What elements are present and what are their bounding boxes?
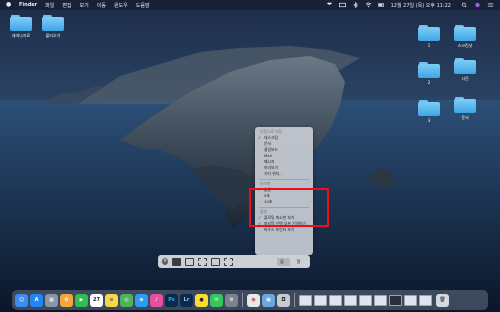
folder-label: 1 [427,43,431,48]
kakaotalk-icon[interactable]: ● [195,293,208,307]
close-toolbar-button[interactable]: × [162,258,169,265]
desktop-folder[interactable]: 세미나자료 [8,15,34,39]
menu-help[interactable]: 도움말 [136,2,150,9]
menu-item-label: 미리보기 [264,165,278,170]
calendar-icon[interactable]: 27 [90,293,103,307]
folder-icon [42,15,64,31]
screenshot-toolbar: × 옵션 캡처 [158,255,310,272]
capture-entire-screen-button[interactable] [172,257,182,266]
folder-label: 세미나자료 [11,33,31,38]
dock-separator [294,293,295,307]
menu-item-label: Mail [264,153,272,158]
menu-item-label: 데스크탑 [264,135,278,140]
desktop-folder[interactable]: 문서 [452,97,478,121]
dock-separator [242,293,243,307]
siri-icon[interactable] [474,2,481,8]
minimized-window-thumbnail[interactable] [404,294,417,306]
launchpad-icon[interactable]: ▦ [45,293,58,307]
folder-icon [10,15,32,31]
folder-icon [454,97,476,113]
folder-icon [418,25,440,41]
chrome-icon[interactable]: ◉ [247,293,260,307]
menu-item-label: 클립보드 [264,147,278,152]
folder-icon [418,100,440,116]
capture-window-button[interactable] [185,257,195,266]
folder-label: 스크린샷 [457,43,473,48]
folder-icon [418,62,440,78]
minimized-window-thumbnail[interactable] [374,294,387,306]
menu-go[interactable]: 이동 [97,2,106,9]
menu-item-save-other[interactable]: 기타 위치... [255,171,313,177]
apple-menu-icon[interactable]: ● [6,2,11,8]
desktop-folder[interactable]: 스크린샷 [452,25,478,49]
trash-icon[interactable]: 🗑 [436,293,449,307]
screenshot-icon[interactable]: ◘ [277,293,290,307]
folder-label: 2 [427,80,431,85]
menu-item-label: 문서 [264,141,271,146]
lightroom-icon[interactable]: Lr [180,293,193,307]
capture-selection-button[interactable] [198,257,208,266]
minimized-window-thumbnail[interactable] [314,294,327,306]
minimized-window-thumbnail[interactable] [419,294,432,306]
messages-icon[interactable]: ✉ [210,293,223,307]
desktop-folder[interactable]: 3 [416,100,442,123]
preview-icon[interactable]: ▣ [262,293,275,307]
dropbox-icon[interactable] [326,2,333,8]
folder-label: 사진 [461,76,469,81]
menu-item-show-pointer[interactable]: 마우스 포인터 보기 [255,227,313,233]
search-icon[interactable] [461,2,468,8]
options-dropdown-button[interactable]: 옵션 [277,257,290,272]
menu-item-label: 마우스 포인터 보기 [264,227,295,232]
wifi-icon[interactable] [365,2,372,8]
desktop-folder[interactable]: 2 [416,62,442,85]
itunes-icon[interactable]: ♪ [150,293,163,307]
minimized-window-thumbnail[interactable] [389,294,402,306]
photoshop-icon[interactable]: Ps [165,293,178,307]
highlight-annotation [249,188,329,227]
photos-icon[interactable]: ✿ [60,293,73,307]
notes-icon[interactable]: ≡ [105,293,118,307]
system-preferences-icon[interactable]: ⚙ [225,293,238,307]
capture-button[interactable]: 캡처 [294,258,306,272]
bluetooth-icon[interactable] [352,2,359,8]
desktop-folder[interactable]: 1 [416,25,442,48]
app-store-icon[interactable]: A [30,293,43,307]
folder-label: 문서 [461,115,469,120]
menu-item-label: 기타 위치... [264,171,283,176]
minimized-window-thumbnail[interactable] [299,294,312,306]
menu-item-label: 메시지 [264,159,275,164]
keyboard-icon[interactable] [338,2,346,8]
menu-window[interactable]: 윈도우 [114,2,128,9]
facetime-icon[interactable]: ▶ [75,293,88,307]
menu-app-name[interactable]: Finder [19,2,37,8]
menu-edit[interactable]: 편집 [62,2,71,9]
desktop-folder[interactable]: 불러오기 [40,15,66,39]
minimized-window-thumbnail[interactable] [359,294,372,306]
menu-bar: ● Finder 파일 편집 보기 이동 윈도우 도움말 12월 27일 (목)… [0,0,500,10]
notification-center-icon[interactable] [487,2,494,8]
menu-separator [259,178,309,180]
folder-label: 불러오기 [45,33,61,38]
record-screen-button[interactable] [211,257,221,266]
folder-label: 3 [427,118,431,123]
finder-icon[interactable]: ☺ [15,293,28,307]
menu-view[interactable]: 보기 [80,2,89,9]
folder-icon [454,25,476,41]
battery-icon[interactable] [377,2,385,8]
menu-file[interactable]: 파일 [45,2,54,9]
dock: ☺ A ▦ ✿ ▶ 27 ≡ ◎ ⊕ ♪ Ps Lr ● ✉ ⚙ ◉ ▣ ◘ 🗑 [12,290,488,310]
folder-icon [454,58,476,74]
minimized-window-thumbnail[interactable] [329,294,342,306]
safari-icon[interactable]: ⊕ [135,293,148,307]
minimized-window-thumbnail[interactable] [344,294,357,306]
record-selection-button[interactable] [224,257,234,266]
menu-clock[interactable]: 12월 27일 (목) 오후 11:22 [391,2,451,9]
maps-icon[interactable]: ◎ [120,293,133,307]
desktop-folder[interactable]: 사진 [452,58,478,82]
